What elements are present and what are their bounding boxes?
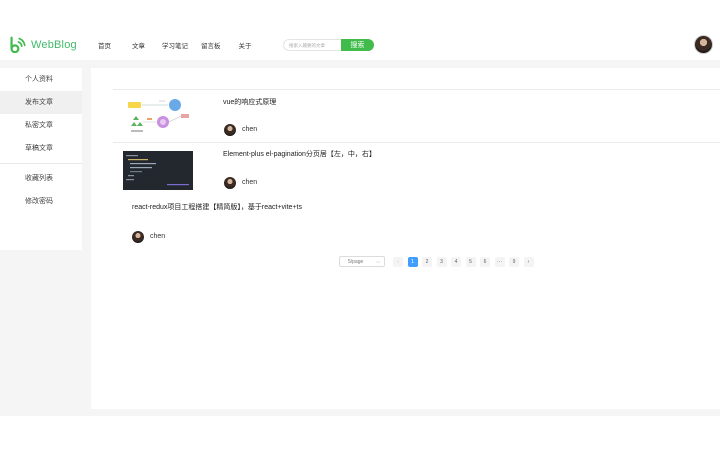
sidebar: 个人资料 发布文章 私密文章 草稿文章 收藏列表 修改密码 [0, 68, 82, 250]
sidebar-item-drafts[interactable]: 草稿文章 [0, 137, 82, 160]
page-button-4[interactable]: 4 [451, 256, 461, 267]
code-thumbnail [123, 151, 193, 190]
nav-item-home[interactable]: 首页 [98, 40, 111, 50]
article-item[interactable]: react-redux项目工程搭建【精简版】，基于react+vite+ts c… [113, 196, 720, 248]
page-size-select[interactable]: 5/page ⌵ [339, 256, 385, 267]
logo[interactable]: WebBlog [9, 36, 77, 53]
search-input[interactable] [283, 39, 341, 51]
article-author: chen [242, 126, 258, 133]
page-ellipsis-button[interactable]: ··· [494, 256, 505, 267]
author-avatar [224, 124, 236, 136]
page: WebBlog 首页 文章 学习笔记 留言板 关于 搜索 个人资料 发布文章 私… [0, 0, 720, 450]
nav-item-about[interactable]: 关于 [239, 40, 252, 50]
page-size-label: 5/page [348, 258, 364, 265]
article-item[interactable]: vue的响应式原理 chen [113, 89, 720, 141]
sidebar-item-favorites[interactable]: 收藏列表 [0, 167, 82, 190]
sidebar-divider [0, 163, 82, 164]
chevron-down-icon: ⌵ [376, 259, 380, 265]
page-button-9[interactable]: 9 [509, 256, 519, 267]
sidebar-item-profile[interactable]: 个人资料 [0, 68, 82, 91]
article-title[interactable]: react-redux项目工程搭建【精简版】，基于react+vite+ts [132, 202, 302, 212]
sidebar-item-private[interactable]: 私密文章 [0, 114, 82, 137]
page-button-2[interactable]: 2 [422, 256, 432, 267]
article-author: chen [242, 179, 258, 186]
page-button-6[interactable]: 6 [480, 256, 490, 267]
article-author: chen [150, 233, 166, 240]
page-button-1[interactable]: 1 [407, 256, 418, 267]
header: WebBlog 首页 文章 学习笔记 留言板 关于 搜索 [0, 0, 720, 60]
article-title[interactable]: vue的响应式原理 [223, 97, 276, 107]
nav-item-guestbook[interactable]: 留言板 [201, 40, 221, 50]
search-button[interactable]: 搜索 [341, 39, 374, 51]
author-avatar [132, 231, 144, 243]
main-content: vue的响应式原理 chen Element-plus el-paginatio… [91, 68, 720, 409]
user-avatar[interactable] [694, 35, 713, 54]
sidebar-item-publish[interactable]: 发布文章 [0, 91, 82, 114]
webblog-logo-icon [10, 36, 26, 53]
next-page-button[interactable]: › [523, 256, 534, 267]
pagination: 5/page ⌵ ‹ 1 2 3 4 5 6 ··· 9 › [339, 256, 534, 267]
diagram-thumbnail [123, 98, 193, 137]
sidebar-item-password[interactable]: 修改密码 [0, 190, 82, 213]
nav-item-notes[interactable]: 学习笔记 [162, 40, 188, 50]
search-bar: 搜索 [283, 39, 374, 51]
main-nav: 首页 文章 学习笔记 留言板 关于 [98, 40, 252, 50]
page-button-5[interactable]: 5 [465, 256, 476, 267]
logo-text: WebBlog [31, 38, 77, 51]
nav-item-articles[interactable]: 文章 [132, 40, 145, 50]
page-button-3[interactable]: 3 [436, 256, 447, 267]
article-title[interactable]: Element-plus el-pagination分页居【左，中，右】 [223, 149, 376, 159]
article-item[interactable]: Element-plus el-pagination分页居【左，中，右】 che… [113, 142, 720, 194]
author-avatar [224, 177, 236, 189]
prev-page-button[interactable]: ‹ [393, 256, 403, 267]
